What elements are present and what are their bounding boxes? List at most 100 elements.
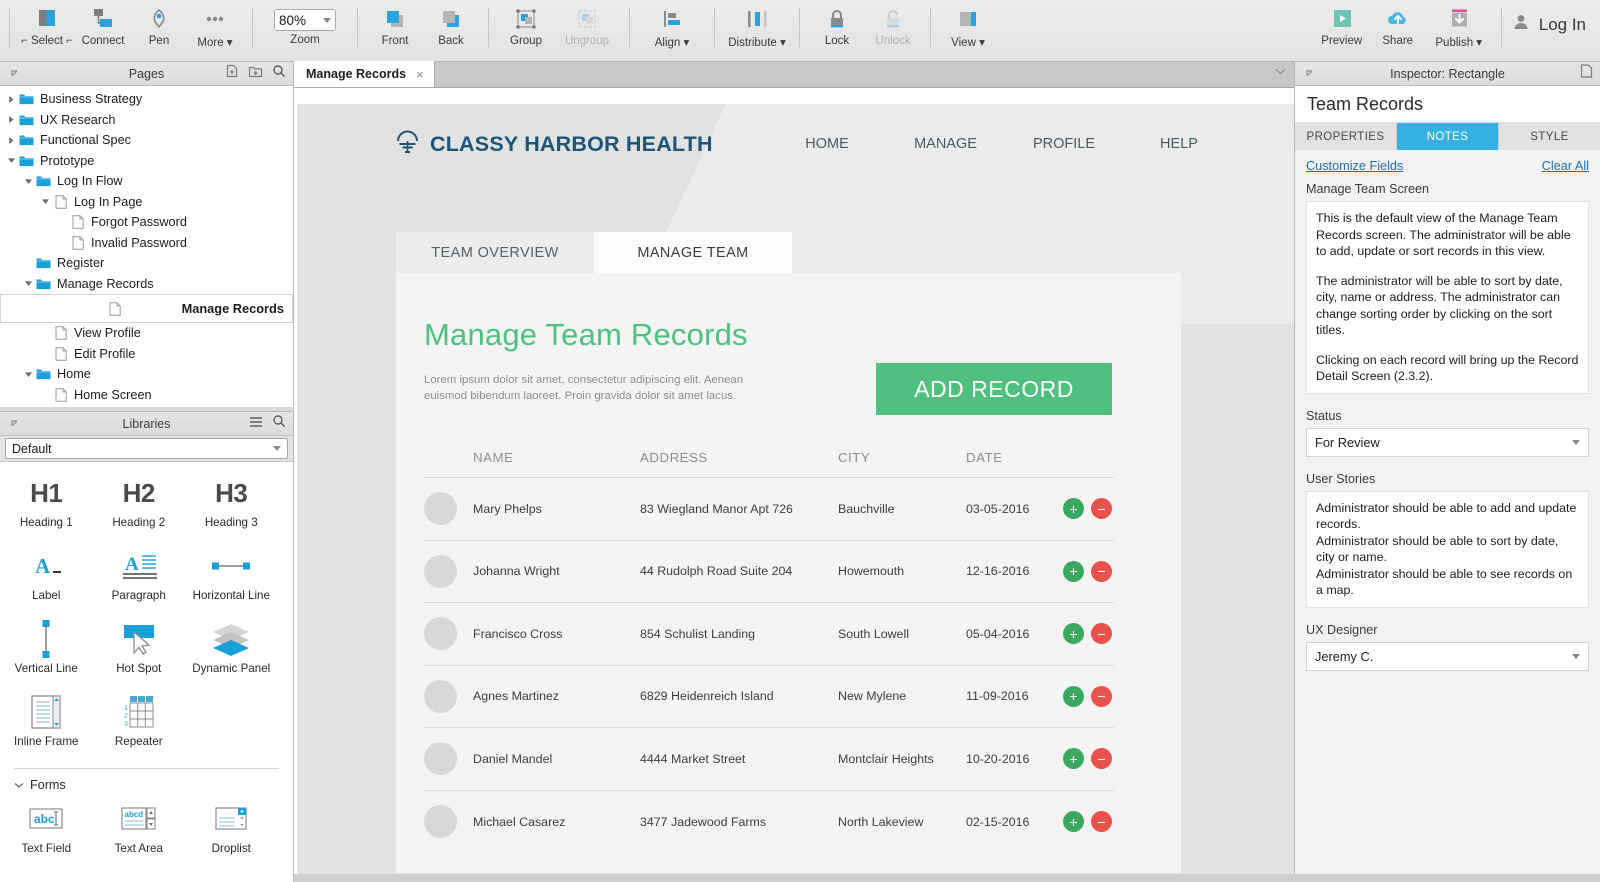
select-tool-button[interactable]: ⌐ Select ⌐ <box>19 0 75 56</box>
table-row[interactable]: Francisco Cross 854 Schulist Landing South… <box>424 603 1114 666</box>
table-row[interactable]: Mary Phelps 83 Wiegland Manor Apt 726 Bauc… <box>424 478 1114 541</box>
bring-front-button[interactable]: Front <box>367 0 423 56</box>
login-button[interactable]: Log In <box>1511 0 1586 37</box>
pen-tool-button[interactable]: Pen <box>131 0 187 56</box>
status-select[interactable]: For Review <box>1306 427 1589 457</box>
row-remove-button[interactable]: − <box>1091 560 1112 582</box>
share-button[interactable]: Share <box>1370 0 1426 56</box>
row-remove-button[interactable]: − <box>1091 623 1112 645</box>
group-button[interactable]: Group <box>498 0 554 56</box>
library-widget-label[interactable]: A Label <box>0 543 93 616</box>
page-tree-item[interactable]: Manage Records <box>0 274 293 295</box>
row-add-button[interactable]: + <box>1063 685 1084 707</box>
table-row[interactable]: Daniel Mandel 4444 Market Street Montclair… <box>424 728 1114 791</box>
library-widget-text-field[interactable]: abc Text Field <box>0 796 93 869</box>
page-tree-item[interactable]: Home Screen <box>0 385 293 406</box>
lock-button[interactable]: Lock <box>809 0 865 56</box>
page-tree-item[interactable]: View Profile <box>0 323 293 344</box>
send-back-button[interactable]: Back <box>423 0 479 56</box>
site-tab-team-overview[interactable]: TEAM OVERVIEW <box>396 232 594 273</box>
row-remove-button[interactable]: − <box>1091 811 1112 833</box>
twisty-collapsed-icon[interactable] <box>4 136 18 145</box>
row-add-button[interactable]: + <box>1063 560 1084 582</box>
site-nav-link-home[interactable]: HOME <box>767 136 887 152</box>
library-widget-vertical-line[interactable]: Vertical Line <box>0 616 93 689</box>
preview-button[interactable]: Preview <box>1314 0 1370 56</box>
table-row[interactable]: Michael Casarez 3477 Jadewood Farms North … <box>424 791 1114 854</box>
library-widget-h3[interactable]: H3 Heading 3 <box>185 470 278 543</box>
connect-tool-button[interactable]: Connect <box>75 0 131 56</box>
column-header-name[interactable]: NAME <box>473 450 640 465</box>
page-tree-item[interactable]: UX Research <box>0 110 293 131</box>
clear-all-link[interactable]: Clear All <box>1542 159 1589 173</box>
twisty-expanded-icon[interactable] <box>4 156 18 165</box>
library-widget-horizontal-line[interactable]: Horizontal Line <box>185 543 278 616</box>
column-header-city[interactable]: CITY <box>838 450 966 465</box>
page-tree-item[interactable]: Invalid Password <box>0 233 293 254</box>
library-widget-inline-frame[interactable]: Inline Frame <box>0 689 93 762</box>
add-record-button[interactable]: ADD RECORD <box>876 363 1112 415</box>
table-row[interactable]: Johanna Wright 44 Rudolph Road Suite 204 H… <box>424 541 1114 603</box>
page-tree-item[interactable]: Business Strategy <box>0 89 293 110</box>
row-remove-button[interactable]: − <box>1091 498 1112 520</box>
library-widget-hot-spot[interactable]: Hot Spot <box>93 616 186 689</box>
twisty-expanded-icon[interactable] <box>38 197 52 206</box>
table-row[interactable]: Agnes Martinez 6829 Heidenreich Island New… <box>424 666 1114 728</box>
twisty-expanded-icon[interactable] <box>21 279 35 288</box>
column-header-date[interactable]: DATE <box>966 450 1063 465</box>
row-remove-button[interactable]: − <box>1091 685 1112 707</box>
inspector-tab-properties[interactable]: PROPERTIES <box>1295 123 1397 150</box>
page-tree-item[interactable]: Register <box>0 253 293 274</box>
unlock-button[interactable]: Unlock <box>865 0 921 56</box>
row-add-button[interactable]: + <box>1063 498 1084 520</box>
ux-designer-select[interactable]: Jeremy C. <box>1306 641 1589 671</box>
twisty-expanded-icon[interactable] <box>21 370 35 379</box>
publish-button[interactable]: Publish ▾ <box>1426 0 1492 56</box>
library-widget-dynamic-panel[interactable]: Dynamic Panel <box>185 616 278 689</box>
inspector-tab-notes[interactable]: NOTES <box>1397 123 1499 150</box>
add-folder-icon[interactable] <box>248 64 263 83</box>
library-section-forms[interactable]: Forms <box>0 769 293 796</box>
menu-hamburger-icon[interactable] <box>249 415 263 433</box>
page-tree-item[interactable]: Log In Flow <box>0 171 293 192</box>
twisty-collapsed-icon[interactable] <box>4 115 18 124</box>
search-icon[interactable] <box>272 64 286 83</box>
ungroup-button[interactable]: Ungroup <box>554 0 620 56</box>
site-nav-link-manage[interactable]: MANAGE <box>887 136 1004 152</box>
row-add-button[interactable]: + <box>1063 811 1084 833</box>
site-brand[interactable]: CLASSY HARBOR HEALTH <box>394 128 713 161</box>
more-tools-button[interactable]: More ▾ <box>187 0 243 56</box>
twisty-collapsed-icon[interactable] <box>4 95 18 104</box>
library-widget-text-area[interactable]: abcd Text Area <box>93 796 186 869</box>
page-tree-item[interactable]: Functional Spec <box>0 130 293 151</box>
column-header-address[interactable]: ADDRESS <box>640 450 838 465</box>
note-text-area[interactable]: This is the default view of the Manage T… <box>1306 201 1589 394</box>
user-stories-text-area[interactable]: Administrator should be able to add and … <box>1306 490 1589 608</box>
canvas-tab-manage-records[interactable]: Manage Records × <box>294 61 435 87</box>
align-button[interactable]: Align ▾ <box>639 0 705 56</box>
horizontal-scrollbar[interactable] <box>294 874 1600 882</box>
library-widget-droplist[interactable]: Droplist <box>185 796 278 869</box>
page-tree-item[interactable]: Edit Profile <box>0 344 293 365</box>
twisty-expanded-icon[interactable] <box>21 177 35 186</box>
library-widget-paragraph[interactable]: A Paragraph <box>93 543 186 616</box>
search-icon[interactable] <box>272 414 286 433</box>
site-tab-manage-team[interactable]: MANAGE TEAM <box>594 232 792 273</box>
zoom-control[interactable]: 80% Zoom <box>262 0 348 46</box>
library-widget-repeater[interactable]: A 1 2 3 Repeater <box>93 689 186 762</box>
close-icon[interactable]: × <box>416 67 424 82</box>
tab-overflow-chevron-icon[interactable] <box>1275 62 1286 80</box>
page-tree-item[interactable]: Manage Records <box>0 294 293 323</box>
row-remove-button[interactable]: − <box>1091 748 1112 770</box>
customize-fields-link[interactable]: Customize Fields <box>1306 159 1403 173</box>
page-tree-item[interactable]: Prototype <box>0 151 293 172</box>
add-page-icon[interactable] <box>225 64 239 83</box>
distribute-button[interactable]: Distribute ▾ <box>724 0 790 56</box>
library-selector[interactable]: Default <box>5 438 288 459</box>
inspector-tab-style[interactable]: STYLE <box>1499 123 1600 150</box>
page-tree-item[interactable]: Home <box>0 364 293 385</box>
pages-tree[interactable]: Business Strategy UX Research Functional S… <box>0 86 293 407</box>
library-widget-h1[interactable]: H1 Heading 1 <box>0 470 93 543</box>
site-nav-link-help[interactable]: HELP <box>1124 136 1234 152</box>
zoom-select[interactable]: 80% <box>274 9 336 31</box>
